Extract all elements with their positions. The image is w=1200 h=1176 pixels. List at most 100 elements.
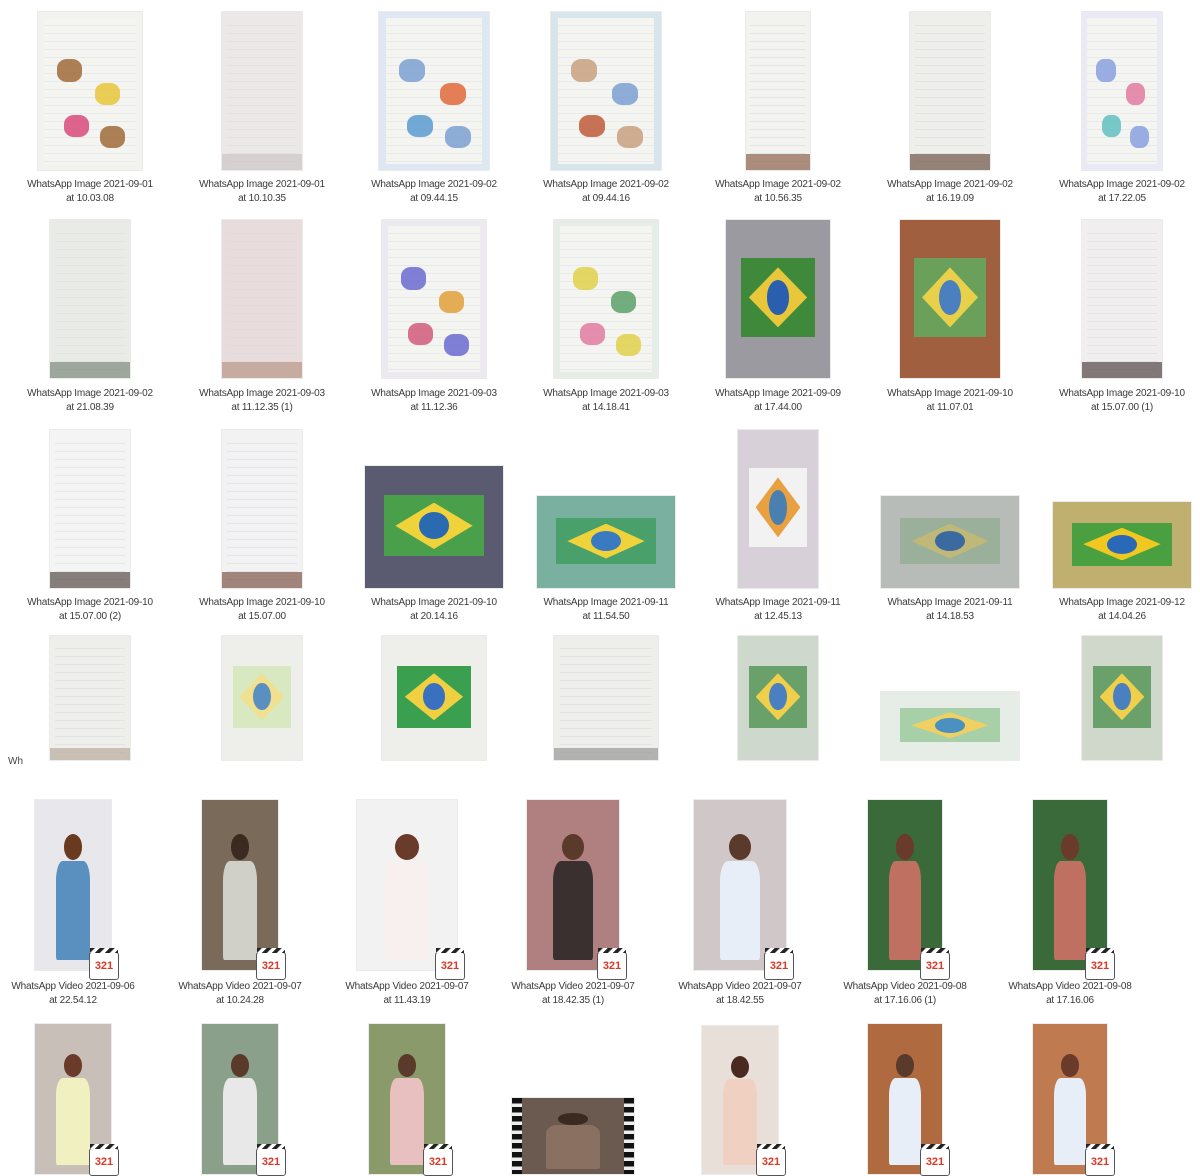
file-name-line-2: at 11.12.35 (1) (231, 402, 293, 413)
file-name-label: WhatsApp Image 2021-09-02 at 16.19.09 (864, 178, 1036, 206)
file-thumbnail (50, 636, 130, 760)
film-strip-right (624, 1098, 634, 1174)
child-drawing-figure (578, 114, 605, 137)
child-drawing-figure (611, 83, 638, 106)
child-figure (223, 1078, 257, 1165)
file-name-label: WhatsApp Image 2021-09-02 at 09.44.16 (520, 178, 692, 206)
file-thumbnail (868, 800, 942, 970)
video-player-icon: 321 (89, 948, 119, 980)
file-thumbnail (551, 12, 661, 170)
file-name-label: WhatsApp Image 2021-09-02 at 21.08.39 (4, 387, 176, 415)
file-name-line-2: at 10.03.08 (66, 193, 114, 204)
file-name-line-2: at 15.07.00 (238, 611, 286, 622)
child-figure (546, 1125, 600, 1170)
video-player-icon: 321 (435, 948, 465, 980)
file-name-label: WhatsApp Image 2021-09-11 at 12.45.13 (692, 596, 864, 624)
child-drawing-figure (1126, 83, 1146, 106)
file-name-line-2: at 09.44.15 (410, 193, 458, 204)
file-name-line-1: WhatsApp Image 2021-09-12 (1059, 597, 1185, 608)
notebook-page-image (54, 640, 126, 756)
flag-globe (939, 280, 961, 315)
child-drawing-figure (439, 291, 465, 314)
file-name-label: WhatsApp Video 2021-09-07 at 10.24.28 (154, 980, 326, 1008)
file-name-label: WhatsApp Image 2021-09-03 at 11.12.35 (1) (176, 387, 348, 415)
child-figure (1053, 861, 1087, 960)
file-name-label: WhatsApp Image 2021-09-02 at 10.56.35 (692, 178, 864, 206)
file-thumbnail (1053, 502, 1191, 588)
file-thumbnail (527, 800, 619, 970)
file-thumbnail (222, 430, 302, 588)
child-figure (888, 861, 922, 960)
file-name-label: WhatsApp Image 2021-09-01 at 10.10.35 (176, 178, 348, 206)
child-head (397, 1054, 417, 1077)
child-drawing-figure (439, 83, 466, 106)
notebook-page-image (226, 18, 298, 164)
video-player-icon: 321 (89, 1144, 119, 1176)
flag-globe (766, 280, 790, 315)
child-drawing-figure (572, 267, 598, 290)
child-drawing-figure (1130, 125, 1150, 148)
file-name-label: WhatsApp Video 2021-09-08 at 17.16.06 (1) (819, 980, 991, 1008)
file-thumbnail (694, 800, 786, 970)
notebook-page-image (1086, 226, 1158, 372)
video-player-icon: 321 (1085, 1144, 1115, 1176)
file-name-label: WhatsApp Image 2021-09-12 at 14.04.26 (1036, 596, 1200, 624)
file-thumbnail (1082, 636, 1162, 760)
file-thumbnail (738, 430, 818, 588)
file-name-label: WhatsApp Video 2021-09-06 at 22.54.12 (0, 980, 159, 1008)
file-name-line-1: WhatsApp Image 2021-09-03 (371, 388, 497, 399)
file-thumbnail (38, 12, 142, 170)
file-name-line-1: WhatsApp Image 2021-09-11 (887, 597, 1013, 608)
child-drawing-figure (616, 333, 642, 356)
page-shadow (910, 154, 990, 170)
file-name-line-2: at 18.42.35 (1) (541, 995, 605, 1006)
file-thumbnail (554, 220, 658, 378)
file-name-line-2: at 17.44.00 (754, 402, 802, 413)
child-figure (888, 1078, 922, 1165)
file-name-line-2: at 11.07.01 (926, 402, 974, 413)
file-thumbnail (382, 220, 486, 378)
notebook-page-image (54, 436, 126, 582)
child-drawing-figure (617, 125, 644, 148)
child-head (230, 1054, 250, 1077)
file-name-label: WhatsApp Image 2021-09-03 at 14.18.41 (520, 387, 692, 415)
child-head (1061, 1054, 1079, 1077)
video-player-icon: 321 (256, 948, 286, 980)
page-shadow (222, 154, 302, 170)
notebook-page-image (749, 18, 807, 164)
child-drawing-figure (406, 114, 433, 137)
file-name-label: WhatsApp Image 2021-09-03 at 11.12.36 (348, 387, 520, 415)
file-name-line-1: WhatsApp Image 2021-09-09 (715, 388, 841, 399)
file-name-line-2: at 11.43.19 (383, 995, 431, 1006)
child-drawing-figure (56, 59, 82, 82)
file-name-label: WhatsApp Image 2021-09-02 at 17.22.05 (1036, 178, 1200, 206)
file-name-label: WhatsApp Image 2021-09-01 at 10.03.08 (4, 178, 176, 206)
video-player-icon: 321 (423, 1144, 453, 1176)
file-thumbnail (881, 692, 1019, 760)
file-name-line-2: at 21.08.39 (66, 402, 114, 413)
child-drawing-figure (580, 322, 605, 345)
file-thumbnail (512, 1098, 634, 1174)
file-name-line-2: at 16.19.09 (926, 193, 974, 204)
video-player-icon: 321 (597, 948, 627, 980)
file-thumbnail (357, 800, 457, 970)
file-thumbnail (746, 12, 810, 170)
video-player-icon: 321 (920, 948, 950, 980)
file-name-line-1: WhatsApp Video 2021-09-08 (843, 981, 967, 992)
file-name-line-2: at 10.10.35 (238, 193, 286, 204)
file-thumbnail (900, 220, 1000, 378)
child-figure (1053, 1078, 1087, 1165)
file-name-label: WhatsApp Image 2021-09-02 at 09.44.15 (348, 178, 520, 206)
file-thumbnail (382, 636, 486, 760)
file-name-label: WhatsApp Image 2021-09-10 at 20.14.16 (348, 596, 520, 624)
file-name-label: WhatsApp Video 2021-09-08 at 17.16.06 (984, 980, 1156, 1008)
flag-globe (253, 683, 271, 711)
child-figure (552, 861, 594, 960)
notebook-page-image (54, 226, 126, 372)
file-name-line-2: at 14.18.53 (926, 611, 974, 622)
file-name-line-1: WhatsApp Video 2021-09-07 (511, 981, 635, 992)
file-name-line-1: WhatsApp Image 2021-09-10 (199, 597, 325, 608)
file-thumbnail (222, 636, 302, 760)
child-head (896, 834, 914, 860)
notebook-page-image (226, 226, 298, 372)
